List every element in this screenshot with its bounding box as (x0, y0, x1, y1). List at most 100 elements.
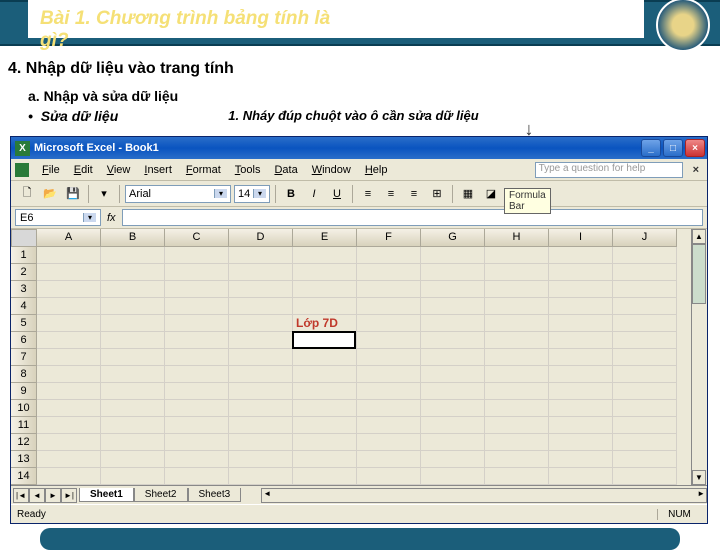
row-header-10[interactable]: 10 (11, 400, 37, 417)
row-header-4[interactable]: 4 (11, 298, 37, 315)
cell[interactable] (101, 332, 165, 349)
doc-close-button[interactable]: × (689, 164, 703, 176)
cell[interactable] (229, 332, 293, 349)
col-header-g[interactable]: G (421, 229, 485, 247)
open-icon[interactable]: 📂 (40, 184, 60, 204)
cell-e5-value[interactable]: Lớp 7D (296, 316, 338, 330)
row-header-5[interactable]: 5 (11, 315, 37, 332)
cell[interactable] (421, 468, 485, 485)
cell[interactable] (549, 434, 613, 451)
cell[interactable] (613, 400, 677, 417)
borders-button[interactable]: ▦ (458, 184, 478, 204)
cell[interactable] (421, 349, 485, 366)
cell[interactable] (549, 451, 613, 468)
cell[interactable] (37, 366, 101, 383)
cell[interactable] (613, 366, 677, 383)
cell[interactable] (37, 315, 101, 332)
cell[interactable] (229, 451, 293, 468)
cell[interactable] (165, 332, 229, 349)
cell[interactable] (549, 366, 613, 383)
cell[interactable] (613, 349, 677, 366)
cell[interactable] (549, 281, 613, 298)
cell[interactable] (357, 417, 421, 434)
cell[interactable] (37, 468, 101, 485)
cell[interactable] (165, 247, 229, 264)
cell[interactable] (485, 315, 549, 332)
row-header-1[interactable]: 1 (11, 247, 37, 264)
menu-data[interactable]: Data (267, 162, 304, 178)
scroll-up-icon[interactable]: ▲ (692, 229, 706, 244)
row-header-3[interactable]: 3 (11, 281, 37, 298)
cell[interactable] (293, 383, 357, 400)
menu-view[interactable]: View (100, 162, 138, 178)
merge-button[interactable]: ⊞ (427, 184, 447, 204)
cell[interactable] (613, 383, 677, 400)
col-header-j[interactable]: J (613, 229, 677, 247)
cell[interactable] (229, 434, 293, 451)
cell[interactable] (293, 451, 357, 468)
cell[interactable] (421, 281, 485, 298)
cell[interactable] (165, 281, 229, 298)
cell[interactable] (165, 315, 229, 332)
cell[interactable] (293, 349, 357, 366)
cell[interactable] (165, 468, 229, 485)
cell[interactable] (229, 366, 293, 383)
sheet-tab-3[interactable]: Sheet3 (188, 488, 242, 502)
align-left-button[interactable]: ≡ (358, 184, 378, 204)
cell[interactable] (485, 281, 549, 298)
cell[interactable] (613, 247, 677, 264)
cell[interactable] (421, 315, 485, 332)
menu-file[interactable]: File (35, 162, 67, 178)
col-header-b[interactable]: B (101, 229, 165, 247)
cell[interactable] (485, 298, 549, 315)
cell[interactable] (293, 281, 357, 298)
cell[interactable] (549, 400, 613, 417)
menu-edit[interactable]: Edit (67, 162, 100, 178)
cell[interactable] (37, 281, 101, 298)
cell[interactable] (229, 383, 293, 400)
cell[interactable] (613, 281, 677, 298)
cell[interactable] (293, 417, 357, 434)
sheet-tab-1[interactable]: Sheet1 (79, 488, 134, 502)
cell[interactable] (421, 383, 485, 400)
cell[interactable] (421, 298, 485, 315)
cell[interactable] (357, 468, 421, 485)
fx-icon[interactable]: fx (103, 212, 120, 224)
cell[interactable] (37, 400, 101, 417)
col-header-f[interactable]: F (357, 229, 421, 247)
cell[interactable] (165, 264, 229, 281)
cell[interactable] (165, 417, 229, 434)
cell[interactable] (229, 400, 293, 417)
cell[interactable] (485, 400, 549, 417)
row-header-14[interactable]: 14 (11, 468, 37, 485)
row-header-8[interactable]: 8 (11, 366, 37, 383)
cell[interactable] (293, 247, 357, 264)
cell[interactable] (37, 349, 101, 366)
cell-grid[interactable]: Lớp 7D (37, 247, 677, 485)
menu-tools[interactable]: Tools (228, 162, 268, 178)
cell[interactable] (549, 298, 613, 315)
cell[interactable] (229, 315, 293, 332)
cell[interactable] (229, 417, 293, 434)
cell[interactable] (37, 451, 101, 468)
cell[interactable] (293, 332, 357, 349)
cell[interactable] (37, 417, 101, 434)
cell[interactable] (485, 417, 549, 434)
underline-button[interactable]: U (327, 184, 347, 204)
horizontal-scrollbar[interactable] (261, 488, 707, 503)
cell[interactable] (549, 383, 613, 400)
cell[interactable] (485, 349, 549, 366)
cell[interactable] (165, 451, 229, 468)
cell[interactable] (229, 247, 293, 264)
italic-button[interactable]: I (304, 184, 324, 204)
cell[interactable] (549, 332, 613, 349)
cell[interactable] (485, 451, 549, 468)
sheet-tab-2[interactable]: Sheet2 (134, 488, 188, 502)
cell[interactable] (101, 366, 165, 383)
cell[interactable] (421, 366, 485, 383)
row-header-12[interactable]: 12 (11, 434, 37, 451)
cell[interactable] (37, 298, 101, 315)
cell[interactable] (101, 247, 165, 264)
cell[interactable] (37, 332, 101, 349)
cell[interactable] (613, 434, 677, 451)
